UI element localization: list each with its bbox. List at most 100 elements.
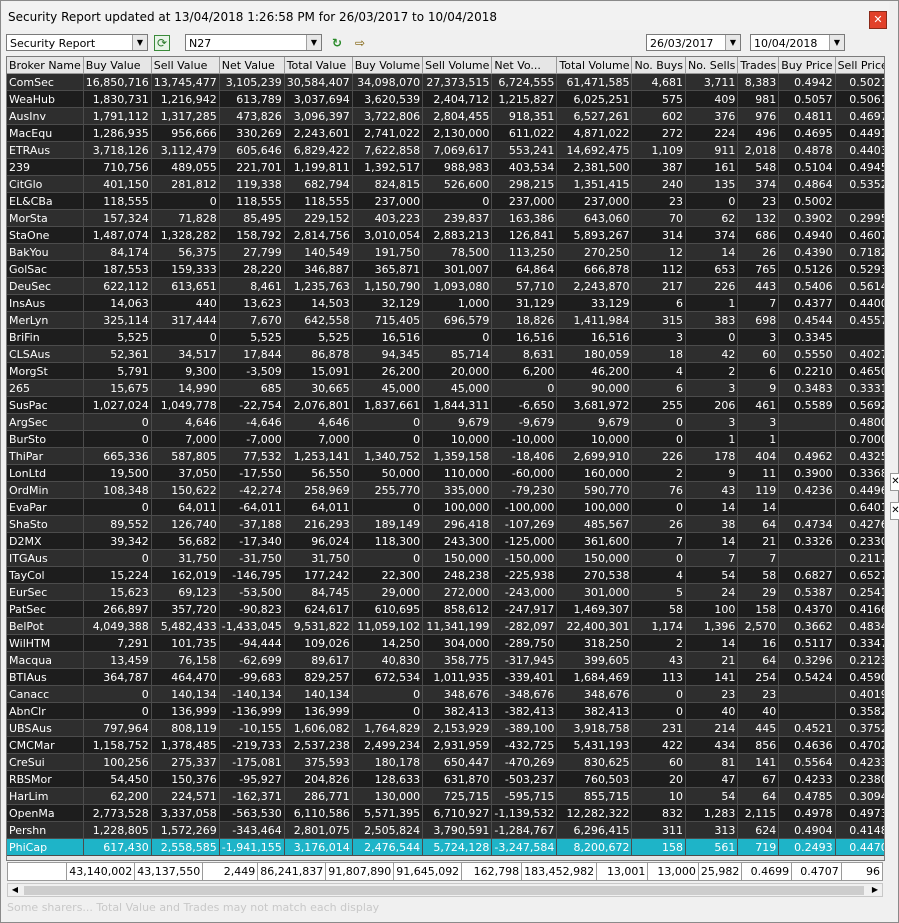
edge-close-icon[interactable]: ✕ (890, 473, 899, 491)
table-row[interactable]: DeuSec 622,112 613,651 8,461 1,235,763 1,150,… (7, 277, 884, 295)
table-row[interactable]: BriFin 5,525 0 5,525 5,525 16,516 0 16,516 16,51… (7, 328, 884, 346)
table-row[interactable]: BakYou 84,174 56,375 27,799 140,549 191,750 78… (7, 243, 884, 261)
table-row[interactable]: ArgSec 0 4,646 -4,646 4,646 0 9,679 -9,679 9,679… (7, 413, 884, 431)
column-header[interactable]: Sell Value (151, 57, 220, 74)
table-row[interactable]: ITGAus 0 31,750 -31,750 31,750 0 150,000 -150,0… (7, 549, 884, 567)
horizontal-scrollbar[interactable]: ◀ ▶ (7, 883, 883, 897)
table-row[interactable]: OpenMa 2,773,528 3,337,058 -563,530 6,110,58… (7, 804, 884, 822)
column-header[interactable]: Net Value (219, 57, 285, 74)
column-header[interactable]: Buy Volume (352, 57, 424, 74)
table-row[interactable]: CLSAus 52,361 34,517 17,844 86,878 94,345 85,7… (7, 345, 884, 363)
edge-close-icon[interactable]: ✕ (890, 502, 899, 520)
table-row[interactable]: EL&CBa 118,555 0 118,555 118,555 237,000 0 237,… (7, 192, 884, 210)
chevron-down-icon[interactable]: ▼ (306, 35, 321, 50)
table-row[interactable]: RBSMor 54,450 150,376 -95,927 204,826 128,633… (7, 770, 884, 788)
table-row[interactable]: ShaSto 89,552 126,740 -37,188 216,293 189,149… (7, 515, 884, 533)
table-row[interactable]: MorgSt 5,791 9,300 -3,509 15,091 26,200 20,000… (7, 362, 884, 380)
column-header[interactable]: Broker Name (7, 57, 84, 74)
table-row[interactable]: WeaHub 1,830,731 1,216,942 613,789 3,037,694… (7, 90, 884, 108)
column-header[interactable]: Buy Value (83, 57, 152, 74)
table-row[interactable]: MacEqu 1,286,935 956,666 330,269 2,243,601 2,… (7, 124, 884, 142)
table-row[interactable]: StaOne 1,487,074 1,328,282 158,792 2,814,756… (7, 226, 884, 244)
table-cell: 108,348 (83, 481, 152, 499)
table-cell: 698 (737, 311, 780, 329)
table-row[interactable]: BelPot 4,049,388 5,482,433 -1,433,045 9,531,… (7, 617, 884, 635)
column-header[interactable]: Total Value (284, 57, 353, 74)
table-row[interactable]: AusInv 1,791,112 1,317,285 473,826 3,096,397… (7, 107, 884, 125)
broker-name-cell: TayCol (7, 566, 84, 584)
table-row[interactable]: Macqua 13,459 76,158 -62,699 89,617 40,830 358… (7, 651, 884, 669)
chevron-down-icon[interactable]: ▼ (829, 35, 844, 50)
table-row[interactable]: PatSec 266,897 357,720 -90,823 624,617 610,69… (7, 600, 884, 618)
table-row[interactable]: BTIAus 364,787 464,470 -99,683 829,257 672,53… (7, 668, 884, 686)
table-cell: 180,059 (556, 345, 633, 363)
table-row[interactable]: ThiPar 665,336 587,805 77,532 1,253,141 1,340… (7, 447, 884, 465)
column-header[interactable]: Trades (737, 57, 780, 74)
table-cell: 1,150,790 (352, 277, 424, 295)
table-cell: -243,000 (491, 583, 558, 601)
table-row[interactable]: AbnClr 0 136,999 -136,999 136,999 0 382,413 -38… (7, 702, 884, 720)
table-row[interactable]: UBSAus 797,964 808,119 -10,155 1,606,082 1,76… (7, 719, 884, 737)
table-row[interactable]: WilHTM 7,291 101,735 -94,444 109,026 14,250 30… (7, 634, 884, 652)
chevron-down-icon[interactable]: ▼ (725, 35, 740, 50)
table-row[interactable]: TayCol 15,224 162,019 -146,795 177,242 22,300… (7, 566, 884, 584)
table-cell: 2,814,756 (284, 226, 353, 244)
table-row[interactable]: CreSui 100,256 275,337 -175,081 375,593 180,1… (7, 753, 884, 771)
table-row[interactable]: 239 710,756 489,055 221,701 1,199,811 1,392,5… (7, 158, 884, 176)
table-cell: 15,675 (83, 379, 152, 397)
table-row[interactable]: CitGlo 401,150 281,812 119,338 682,794 824,81… (7, 175, 884, 193)
table-cell: 473,826 (219, 107, 285, 125)
table-row[interactable]: OrdMin 108,348 150,622 -42,274 258,969 255,77… (7, 481, 884, 499)
chevron-down-icon[interactable]: ▼ (132, 35, 147, 50)
column-header[interactable]: No. Sells (685, 57, 739, 74)
table-row[interactable]: BurSto 0 7,000 -7,000 7,000 0 10,000 -10,000 10,… (7, 430, 884, 448)
table-row[interactable]: 265 15,675 14,990 685 30,665 45,000 45,000 0 90,… (7, 379, 884, 397)
column-header[interactable]: Buy Price (778, 57, 836, 74)
refresh-icon[interactable]: ⟳ (154, 35, 170, 51)
security-code-input[interactable]: N27 ▼ (185, 34, 322, 51)
table-cell: 0 (491, 379, 558, 397)
table-row[interactable]: ETRAus 3,718,126 3,112,479 605,646 6,829,422… (7, 141, 884, 159)
go-arrow-icon[interactable]: ↻ (329, 35, 345, 51)
table-row[interactable]: GolSac 187,553 159,333 28,220 346,887 365,871… (7, 260, 884, 278)
column-header[interactable]: Net Vo... (491, 57, 558, 74)
table-cell: 682,794 (284, 175, 353, 193)
scroll-right-icon[interactable]: ▶ (868, 884, 882, 896)
date-to-picker[interactable]: 10/04/2018 ▼ (750, 34, 845, 51)
table-row[interactable]: CMCMar 1,158,752 1,378,485 -219,733 2,537,23… (7, 736, 884, 754)
column-header[interactable]: Sell Volume (422, 57, 493, 74)
table-cell: 1,764,829 (352, 719, 424, 737)
table-row[interactable]: D2MX 39,342 56,682 -17,340 96,024 118,300 243,… (7, 532, 884, 550)
table-row[interactable]: Pershn 1,228,805 1,572,269 -343,464 2,801,07… (7, 821, 884, 839)
column-header[interactable]: Sell Price (835, 57, 884, 74)
table-row[interactable]: SusPac 1,027,024 1,049,778 -22,754 2,076,801… (7, 396, 884, 414)
table-cell: 180,178 (352, 753, 424, 771)
table-cell: 109,026 (284, 634, 353, 652)
export-icon[interactable]: ⇨ (352, 35, 368, 51)
date-from-picker[interactable]: 26/03/2017 ▼ (646, 34, 741, 51)
window-title: Security Report updated at 13/04/2018 1:… (8, 10, 498, 24)
column-header[interactable]: No. Buys (631, 57, 686, 74)
column-header[interactable]: Total Volume (556, 57, 633, 74)
table-cell (835, 328, 884, 346)
table-row[interactable]: MorSta 157,324 71,828 85,495 229,152 403,223 2… (7, 209, 884, 227)
close-icon[interactable]: ✕ (869, 11, 887, 29)
scroll-left-icon[interactable]: ◀ (8, 884, 22, 896)
table-cell: 40 (685, 702, 739, 720)
table-row[interactable]: MerLyn 325,114 317,444 7,670 642,558 715,405 6… (7, 311, 884, 329)
table-row[interactable]: EvaPar 0 64,011 -64,011 64,011 0 100,000 -100,0… (7, 498, 884, 516)
report-type-select[interactable]: Security Report ▼ (6, 34, 148, 51)
table-cell: 40 (737, 702, 780, 720)
table-row[interactable]: EurSec 15,623 69,123 -53,500 84,745 29,000 272… (7, 583, 884, 601)
table-cell: 0.5614 (835, 277, 884, 295)
table-row[interactable]: PhiCap 617,430 2,558,585 -1,941,155 3,176,01… (7, 838, 884, 856)
table-row[interactable]: ComSec 16,850,716 13,745,477 3,105,239 30,58… (7, 73, 884, 91)
security-report-grid[interactable]: Broker Name Buy Value Sell Value Net Value T… (6, 56, 885, 861)
table-row[interactable]: LonLtd 19,500 37,050 -17,550 56,550 50,000 110… (7, 464, 884, 482)
scrollbar-thumb[interactable] (24, 886, 864, 895)
broker-name-cell: WeaHub (7, 90, 84, 108)
table-row[interactable]: HarLim 62,200 224,571 -162,371 286,771 130,00… (7, 787, 884, 805)
table-row[interactable]: InsAus 14,063 440 13,623 14,503 32,129 1,000 31… (7, 294, 884, 312)
table-row[interactable]: Canacc 0 140,134 -140,134 140,134 0 348,676 -34… (7, 685, 884, 703)
table-cell: 2,801,075 (284, 821, 353, 839)
